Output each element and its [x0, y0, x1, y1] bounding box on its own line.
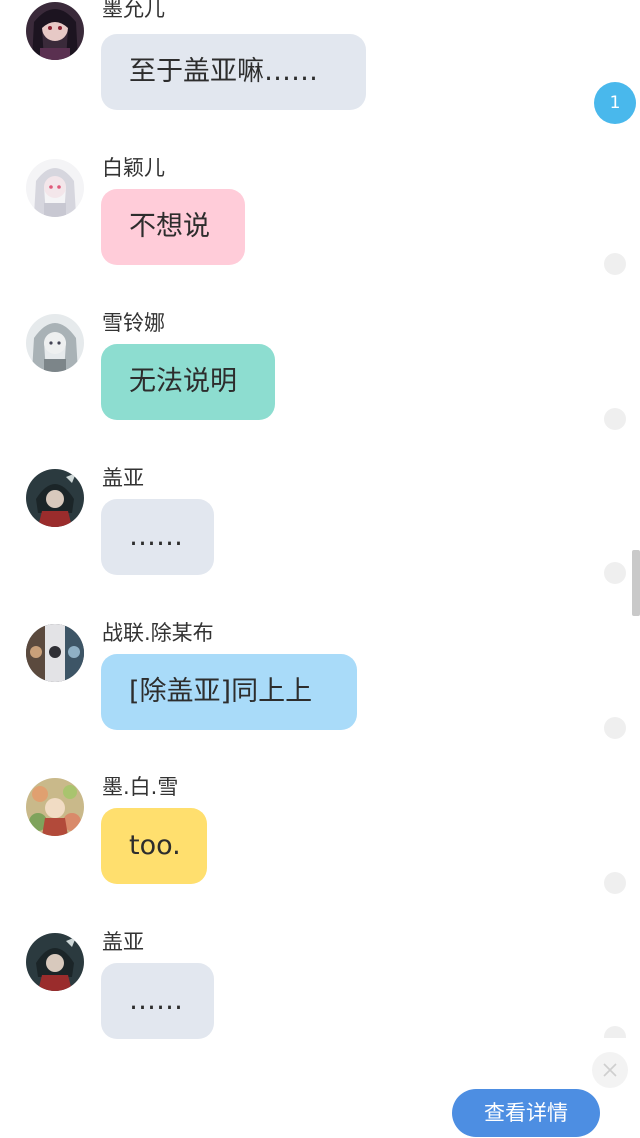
avatar[interactable]	[26, 314, 84, 372]
message-bubble[interactable]: 无法说明	[101, 344, 275, 420]
message-bubble[interactable]: [除盖亚]同上上	[101, 654, 357, 730]
sender-name: 盖亚	[102, 930, 144, 954]
message-bubble[interactable]: ……	[101, 963, 214, 1039]
view-details-button[interactable]: 查看详情	[452, 1089, 600, 1137]
message-bubble[interactable]: 不想说	[101, 189, 245, 265]
chat-message: 白颖儿 不想说	[0, 155, 600, 275]
chat-message: 墨.白.雪 too.	[0, 774, 600, 894]
close-button[interactable]	[592, 1052, 628, 1088]
status-indicator-dot	[604, 872, 626, 894]
avatar[interactable]	[26, 159, 84, 217]
avatar[interactable]	[26, 933, 84, 991]
message-bubble[interactable]: too.	[101, 808, 207, 884]
status-indicator-dot	[604, 562, 626, 584]
status-indicator-dot	[604, 717, 626, 739]
chat-message: 战联.除某布 [除盖亚]同上上	[0, 620, 600, 740]
sender-name: 墨.白.雪	[102, 775, 179, 799]
sender-name: 白颖儿	[102, 156, 165, 180]
sender-name: 战联.除某布	[102, 621, 214, 645]
chat-message: 盖亚 ……	[0, 929, 600, 1049]
chat-message: 盖亚 ……	[0, 465, 600, 585]
status-indicator-dot	[604, 253, 626, 275]
avatar[interactable]	[26, 469, 84, 527]
avatar[interactable]	[26, 624, 84, 682]
sender-name: 盖亚	[102, 466, 144, 490]
status-indicator-dot	[604, 408, 626, 430]
sender-name: 雪铃娜	[102, 311, 165, 335]
avatar[interactable]	[26, 778, 84, 836]
chat-message: 雪铃娜 无法说明	[0, 310, 600, 430]
scrollbar-thumb[interactable]	[632, 550, 640, 616]
message-bubble[interactable]: 至于盖亚嘛……	[101, 34, 366, 110]
unread-count-badge[interactable]: 1	[594, 82, 636, 124]
close-icon	[603, 1063, 617, 1077]
status-indicator-dot	[604, 1026, 626, 1038]
sender-name: 墨允儿	[102, 0, 165, 21]
chat-message: 墨允儿 至于盖亚嘛……	[0, 0, 600, 120]
avatar[interactable]	[26, 2, 84, 60]
message-bubble[interactable]: ……	[101, 499, 214, 575]
